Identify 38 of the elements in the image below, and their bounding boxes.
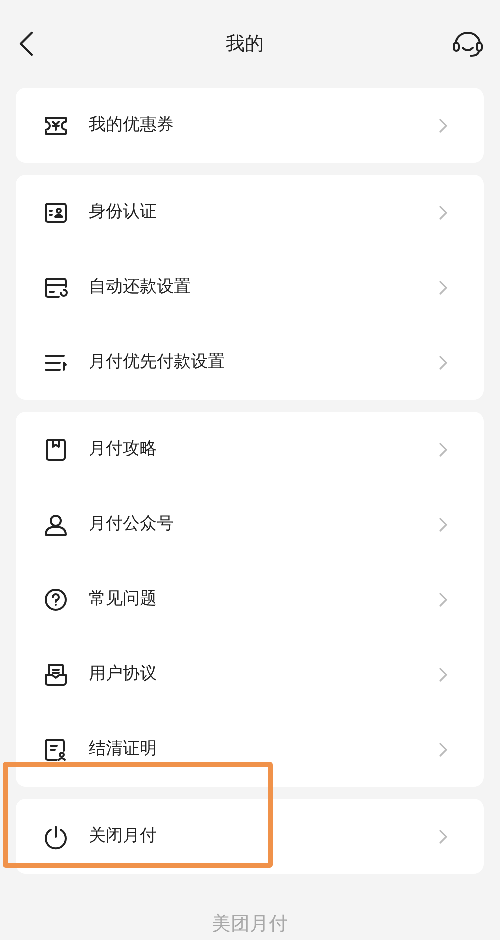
chevron-right-icon — [439, 280, 448, 296]
menu-item[interactable]: 自动还款设置 — [16, 250, 484, 325]
menu-label: 身份认证 — [89, 200, 158, 224]
menu-item[interactable]: 关闭月付 — [16, 799, 484, 874]
chevron-right-icon — [439, 828, 448, 844]
chevron-right-icon — [439, 118, 448, 134]
menu-label: 自动还款设置 — [89, 276, 192, 299]
page-title: 我的 — [226, 32, 264, 57]
bookmark-page-icon — [43, 436, 69, 462]
menu-label: 关闭月付 — [89, 824, 158, 848]
chevron-right-icon — [439, 592, 448, 608]
menu-item[interactable]: 月付攻略 — [16, 412, 484, 487]
menu-label: 月付公众号 — [89, 512, 175, 536]
brand-footer: 美团月付 — [212, 910, 288, 938]
menu-item[interactable]: 我的优惠券 — [16, 88, 484, 163]
menu-label: 我的优惠券 — [89, 114, 175, 137]
menu-label: 结清证明 — [89, 738, 158, 761]
menu-item[interactable]: 身份认证 — [16, 175, 484, 250]
chevron-right-icon — [439, 742, 448, 758]
menu-item[interactable]: 常见问题 — [16, 562, 484, 637]
menu-item[interactable]: 月付优先付款设置 — [16, 325, 484, 400]
chevron-right-icon — [439, 354, 448, 370]
menu-label: 月付攻略 — [89, 438, 158, 461]
menu-item[interactable]: 月付公众号 — [16, 487, 484, 562]
menu-label: 常见问题 — [89, 588, 158, 611]
menu-item[interactable]: 用户协议 — [16, 637, 484, 712]
help-icon — [43, 586, 69, 612]
document-person-icon — [43, 736, 69, 762]
menu-item[interactable]: 结清证明 — [16, 712, 484, 787]
chevron-right-icon — [439, 442, 448, 458]
power-icon — [43, 824, 69, 850]
document-tray-icon — [43, 662, 69, 688]
headset-icon[interactable] — [452, 30, 484, 58]
chevron-right-icon — [439, 516, 448, 532]
chevron-right-icon — [439, 666, 448, 682]
chevron-right-icon — [439, 204, 448, 220]
menu-label: 用户协议 — [89, 662, 158, 686]
menu-label: 月付优先付款设置 — [89, 350, 226, 374]
